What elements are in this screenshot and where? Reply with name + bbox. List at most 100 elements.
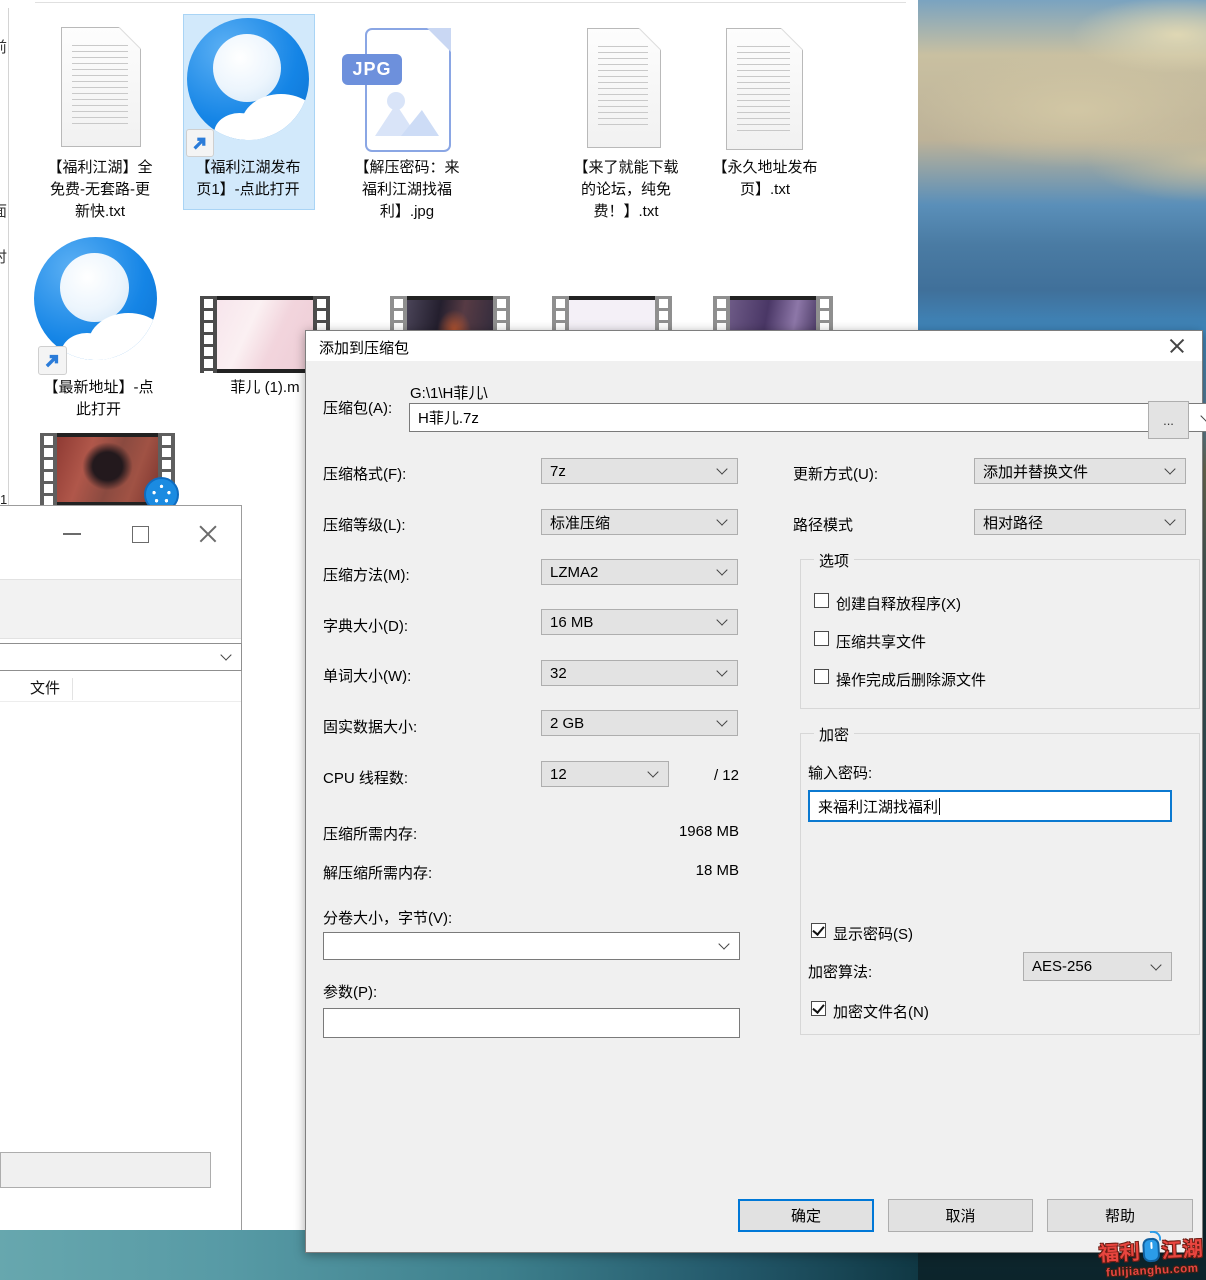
sfx-checkbox-label[interactable]: 创建自释放程序(X)	[836, 593, 961, 614]
decompress-memory-label: 解压缩所需内存:	[323, 862, 432, 883]
chevron-down-icon	[716, 614, 727, 625]
parameters-input[interactable]	[323, 1008, 740, 1038]
word-size-select[interactable]: 32	[541, 660, 738, 686]
update-mode-label: 更新方式(U):	[793, 463, 878, 484]
desktop-icon-label[interactable]: 【解压密码：来 福利江湖找福 利】.jpg	[332, 157, 482, 223]
path-mode-select[interactable]: 相对路径	[974, 509, 1186, 535]
compress-memory-label: 压缩所需内存:	[323, 823, 417, 844]
encrypt-filenames-checkbox[interactable]	[811, 1001, 826, 1016]
desktop-icon-label[interactable]: 【来了就能下载 的论坛，纯免 费！】.txt	[551, 157, 701, 223]
parameters-label: 参数(P):	[323, 981, 377, 1002]
clipped-icon-label: 前	[0, 36, 9, 57]
encryption-method-select[interactable]: AES-256	[1023, 952, 1172, 981]
qq-browser-icon[interactable]	[187, 18, 309, 140]
watermark-text-left: 福利	[1098, 1236, 1141, 1267]
dialog-title: 添加到压缩包	[319, 337, 409, 358]
chevron-down-icon	[716, 715, 727, 726]
minimize-icon	[63, 533, 81, 535]
update-mode-select[interactable]: 添加并替换文件	[974, 458, 1186, 484]
maximize-button[interactable]	[126, 520, 154, 548]
dict-size-value: 16 MB	[550, 614, 593, 631]
cancel-button[interactable]: 取消	[888, 1199, 1033, 1232]
chevron-down-icon	[1150, 959, 1161, 970]
encryption-method-value: AES-256	[1032, 958, 1092, 975]
dialog-close-button[interactable]	[1164, 335, 1190, 357]
chevron-down-icon	[716, 514, 727, 525]
close-icon	[1167, 336, 1187, 356]
chevron-down-icon	[220, 649, 231, 660]
watermark: 福利 江湖 fulijianghu.com	[1098, 1232, 1205, 1279]
options-group-title: 选项	[814, 550, 854, 571]
chevron-down-icon	[716, 564, 727, 575]
word-size-label: 单词大小(W):	[323, 665, 411, 686]
word-size-value: 32	[550, 665, 567, 682]
desktop-icon-label[interactable]: 【福利江湖】全 免费-无套路-更 新快.txt	[25, 157, 175, 223]
solid-size-select[interactable]: 2 GB	[541, 710, 738, 736]
encryption-method-label: 加密算法:	[808, 961, 872, 982]
address-combobox[interactable]	[0, 643, 242, 671]
maximize-icon	[132, 526, 149, 543]
toolbar	[0, 579, 241, 639]
volume-size-label: 分卷大小，字节(V):	[323, 907, 452, 928]
background-window: 文件	[0, 505, 242, 1230]
add-to-archive-dialog: 添加到压缩包 压缩包(A): G:\1\H菲儿\ H菲儿.7z ... 压缩格式…	[305, 330, 1203, 1253]
show-password-checkbox[interactable]	[811, 923, 826, 938]
path-mode-value: 相对路径	[983, 512, 1043, 533]
encryption-group-title: 加密	[814, 724, 854, 745]
qq-ring	[60, 253, 129, 322]
help-button[interactable]: 帮助	[1047, 1199, 1193, 1232]
chevron-down-icon	[1164, 514, 1175, 525]
txt-file-icon[interactable]	[587, 28, 661, 148]
close-button[interactable]	[194, 520, 222, 548]
desktop-icon-label[interactable]: 【福利江湖发布 页1】-点此打开	[173, 157, 323, 201]
column-header-files[interactable]: 文件	[0, 674, 241, 702]
sfx-checkbox[interactable]	[814, 593, 829, 608]
ok-button[interactable]: 确定	[738, 1199, 874, 1232]
archive-label: 压缩包(A):	[323, 397, 392, 418]
encrypt-filenames-label[interactable]: 加密文件名(N)	[833, 1001, 929, 1022]
clipped-icon-label: 时	[0, 246, 9, 267]
format-select[interactable]: 7z	[541, 458, 738, 484]
chevron-down-icon	[718, 938, 729, 949]
method-value: LZMA2	[550, 564, 598, 581]
qq-browser-icon[interactable]	[34, 237, 157, 360]
show-password-label[interactable]: 显示密码(S)	[833, 923, 913, 944]
format-value: 7z	[550, 463, 566, 480]
delete-after-checkbox-label[interactable]: 操作完成后删除源文件	[836, 669, 986, 690]
browse-button[interactable]: ...	[1148, 401, 1189, 439]
password-input[interactable]: 来福利江湖找福利	[808, 790, 1172, 822]
txt-file-icon[interactable]	[726, 28, 803, 150]
shortcut-arrow-icon	[38, 346, 67, 375]
decompress-memory-value: 18 MB	[539, 862, 739, 879]
shared-files-checkbox[interactable]	[814, 631, 829, 646]
chevron-down-icon	[1200, 410, 1206, 421]
password-value: 来福利江湖找福利	[818, 796, 938, 817]
window-edge-line	[35, 2, 906, 3]
column-separator	[72, 678, 73, 700]
text-lines-icon	[72, 40, 128, 128]
desktop-icon-label[interactable]: 【最新地址】-点 此打开	[21, 377, 176, 421]
video-thumbnail	[217, 296, 313, 373]
cpu-threads-label: CPU 线程数:	[323, 767, 408, 788]
shared-files-checkbox-label[interactable]: 压缩共享文件	[836, 631, 926, 652]
status-panel	[0, 1152, 211, 1188]
chevron-down-icon	[1164, 463, 1175, 474]
txt-file-icon[interactable]	[61, 27, 141, 147]
archive-name-value: H菲儿.7z	[418, 407, 479, 428]
watermark-text-right: 江湖	[1161, 1232, 1204, 1263]
chevron-down-icon	[716, 463, 727, 474]
method-select[interactable]: LZMA2	[541, 559, 738, 585]
mouse-icon	[1142, 1237, 1160, 1262]
minimize-button[interactable]	[58, 520, 86, 548]
text-lines-icon	[598, 41, 648, 129]
volume-size-combobox[interactable]	[323, 932, 740, 960]
dialog-titlebar[interactable]: 添加到压缩包	[306, 331, 1202, 361]
archive-name-combobox[interactable]: H菲儿.7z	[409, 403, 1206, 432]
delete-after-checkbox[interactable]	[814, 669, 829, 684]
level-select[interactable]: 标准压缩	[541, 509, 738, 535]
jpg-file-icon[interactable]	[365, 28, 451, 152]
text-lines-icon	[737, 41, 790, 131]
level-label: 压缩等级(L):	[323, 514, 406, 535]
dict-size-select[interactable]: 16 MB	[541, 609, 738, 635]
desktop-icon-label[interactable]: 【永久地址发布 页】.txt	[690, 157, 840, 201]
